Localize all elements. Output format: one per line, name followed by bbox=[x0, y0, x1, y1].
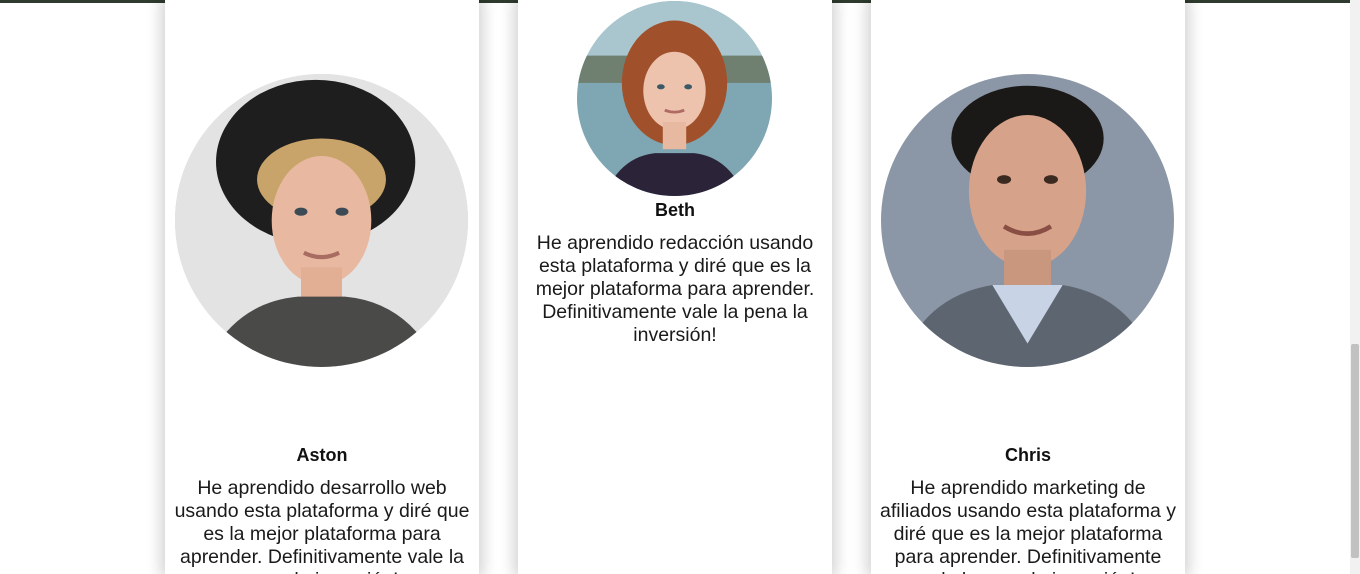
vertical-scrollbar[interactable] bbox=[1350, 0, 1360, 574]
testimonial-card-chris: Chris He aprendido marketing de afiliado… bbox=[871, 0, 1185, 574]
person-name: Chris bbox=[1004, 445, 1051, 465]
testimonial-quote: He aprendido desarrollo web usando esta … bbox=[174, 477, 470, 574]
portrait-man-dark-hair-sweater-icon bbox=[881, 74, 1174, 367]
person-name: Beth bbox=[655, 200, 695, 220]
person-name: Aston bbox=[296, 445, 348, 465]
testimonial-card-beth: Beth He aprendido redacción usando esta … bbox=[518, 0, 832, 574]
scrollbar-thumb[interactable] bbox=[1351, 344, 1359, 558]
testimonial-quote: He aprendido marketing de afiliados usan… bbox=[880, 477, 1176, 574]
portrait-woman-red-hair-icon bbox=[577, 1, 772, 196]
testimonial-quote: He aprendido redacción usando esta plata… bbox=[535, 232, 815, 346]
testimonial-card-aston: Aston He aprendido desarrollo web usando… bbox=[165, 0, 479, 574]
avatar bbox=[577, 1, 772, 196]
avatar bbox=[881, 74, 1174, 367]
avatar bbox=[175, 74, 468, 367]
portrait-man-curly-hair-hat-icon bbox=[175, 74, 468, 367]
